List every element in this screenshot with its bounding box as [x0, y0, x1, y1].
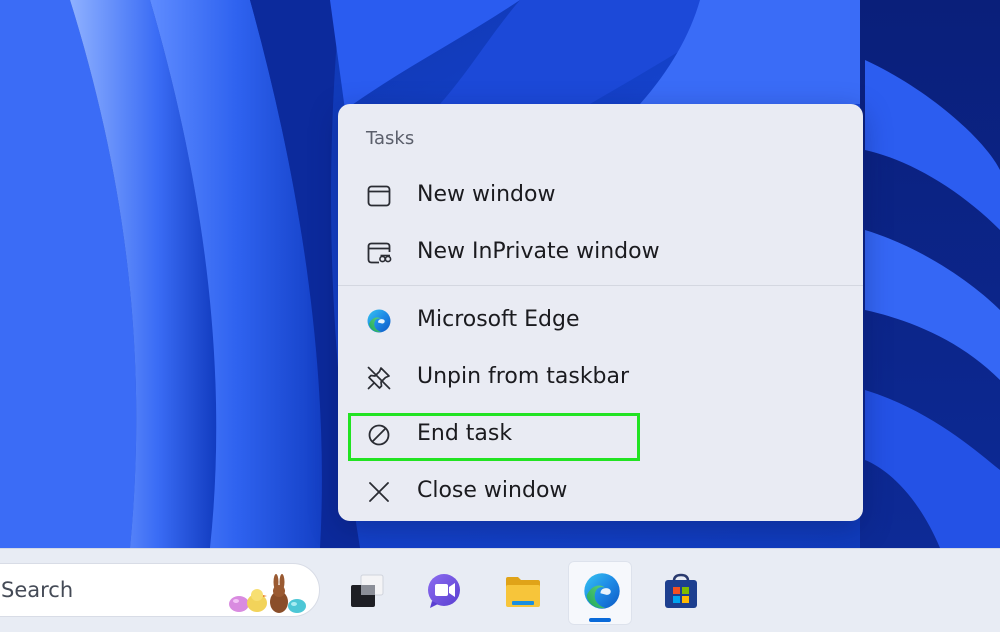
desktop: Tasks New window New InPrivate window Mi…	[0, 0, 1000, 632]
search-placeholder: Search	[1, 578, 74, 602]
taskbar-app-task-view[interactable]	[333, 561, 397, 625]
video-chat-icon	[428, 574, 460, 608]
taskbar-app-microsoft-edge[interactable]	[568, 561, 632, 625]
active-app-indicator	[589, 618, 611, 622]
menu-item-label: Microsoft Edge	[417, 307, 580, 332]
taskbar-search-box[interactable]: Search	[0, 563, 320, 617]
edge-logo-icon	[584, 573, 620, 609]
menu-item-new-window[interactable]: New window	[348, 171, 853, 221]
menu-item-label: Unpin from taskbar	[417, 364, 630, 389]
menu-item-label: New window	[417, 182, 556, 207]
edge-logo-icon	[367, 309, 391, 333]
taskbar-jump-list: Tasks New window New InPrivate window Mi…	[338, 104, 863, 521]
close-icon	[369, 482, 389, 502]
jump-list-header: Tasks	[366, 128, 415, 149]
menu-item-label: End task	[417, 421, 513, 446]
inprivate-window-icon	[367, 242, 392, 264]
menu-item-label: Close window	[417, 478, 568, 503]
easter-decoration-icon	[229, 574, 306, 613]
taskbar-app-file-explorer[interactable]	[489, 561, 553, 625]
menu-item-label: New InPrivate window	[417, 239, 660, 264]
end-task-icon	[368, 424, 390, 446]
menu-divider	[338, 285, 863, 286]
menu-item-close-window[interactable]: Close window	[348, 467, 853, 517]
task-view-icon	[351, 574, 384, 607]
menu-item-end-task[interactable]: End task	[348, 410, 853, 460]
store-icon	[665, 573, 697, 608]
taskbar-app-microsoft-store[interactable]	[647, 561, 711, 625]
menu-item-new-inprivate-window[interactable]: New InPrivate window	[348, 228, 853, 278]
menu-item-microsoft-edge[interactable]: Microsoft Edge	[348, 296, 853, 346]
window-icon	[367, 185, 391, 207]
taskbar-app-video-chat[interactable]	[410, 561, 474, 625]
folder-icon	[506, 577, 540, 607]
menu-item-unpin-from-taskbar[interactable]: Unpin from taskbar	[348, 353, 853, 403]
taskbar: Search	[0, 548, 1000, 632]
unpin-icon	[367, 366, 391, 390]
